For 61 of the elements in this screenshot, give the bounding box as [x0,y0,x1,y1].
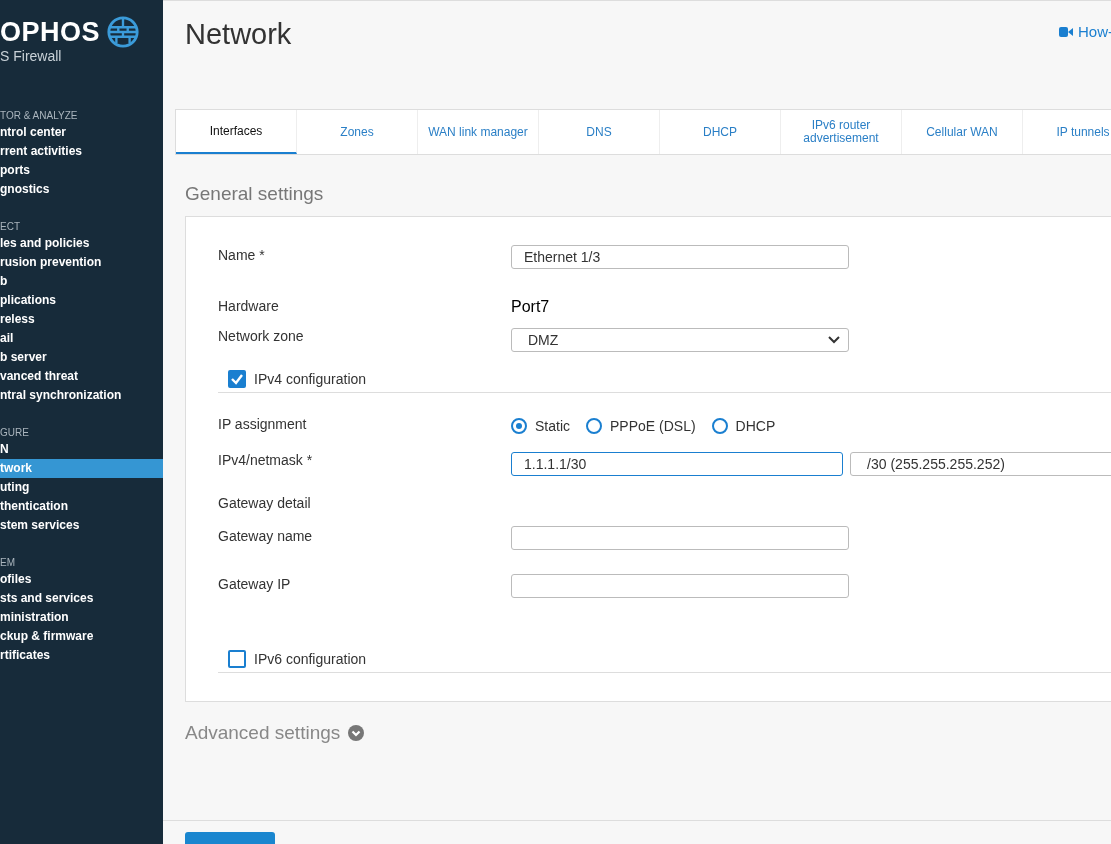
globe-icon [106,15,141,49]
radio-label: DHCP [735,418,776,434]
section-heading: EM [0,556,16,570]
field-label: Gateway name [218,527,314,544]
field-label: IP assignment [218,416,308,432]
video-camera-icon [1059,26,1073,37]
section-heading: GURE [0,426,30,440]
section-heading: ECT [0,220,21,234]
field-value: Port7 [511,298,550,316]
nav-item[interactable]: stem services [0,516,163,535]
netmask-dropdown[interactable]: /30 (255.255.255.252) [850,452,1111,476]
nav-item[interactable]: thentication [0,497,163,516]
nav-item[interactable]: b server [0,348,163,367]
input-field[interactable] [511,526,849,550]
checkbox-label: IPv6 configuration [254,651,367,667]
checkbox-label: IPv4 configuration [254,371,367,387]
nav-item[interactable]: N [0,440,163,459]
logo-text: OPHOS [0,16,101,48]
chevron-down-icon [828,336,840,344]
section-heading: TOR & ANALYZE [0,109,79,123]
checkbox[interactable] [228,370,246,388]
nav-item[interactable]: ofiles [0,570,163,589]
nav-item[interactable]: ministration [0,608,163,627]
input-field[interactable] [511,574,849,598]
field-label: Name * [218,246,266,263]
field-label: Hardware [218,298,280,314]
nav-item[interactable]: ntrol center [0,123,163,142]
nav-item[interactable]: b [0,272,163,291]
nav-item[interactable]: ail [0,329,163,348]
nav-item[interactable]: rtificates [0,646,163,665]
nav-item[interactable]: vanced threat [0,367,163,386]
nav-item[interactable]: gnostics [0,180,163,199]
radio-button[interactable] [711,418,728,434]
section-title: Advanced settings [185,722,341,744]
product-name: S Firewall [0,48,63,64]
field-label: Gateway IP [218,575,292,592]
nav-item[interactable]: ckup & firmware [0,627,163,646]
nav-item[interactable]: ports [0,161,163,180]
field-label: IPv4/netmask * [218,452,314,468]
radio-label: PPPoE (DSL) [610,418,696,434]
chevron-down-icon[interactable] [348,725,365,741]
radio-label: Static [535,418,570,434]
radio-button[interactable] [586,418,602,434]
group-label: Gateway detail [218,495,312,511]
nav-item[interactable]: les and policies [0,234,163,253]
nav-item[interactable]: reless [0,310,163,329]
radio-button[interactable] [511,418,527,434]
nav-item[interactable]: rusion prevention [0,253,163,272]
nav-item[interactable]: uting [0,478,163,497]
nav-item[interactable]: plications [0,291,163,310]
dropdown[interactable]: DMZ [511,328,849,352]
section-title: General settings [185,183,325,206]
nav-item[interactable]: rrent activities [0,142,163,161]
tab[interactable]: Interfaces [176,110,297,154]
checkbox[interactable] [228,650,246,668]
nav-item[interactable]: sts and services [0,589,163,608]
page-title: Network [185,18,292,51]
field-label: Network zone [218,328,305,344]
nav-item[interactable]: ntral synchronization [0,386,163,405]
input-field[interactable]: Ethernet 1/3 [511,245,849,269]
input-field[interactable]: 1.1.1.1/30 [511,452,844,476]
